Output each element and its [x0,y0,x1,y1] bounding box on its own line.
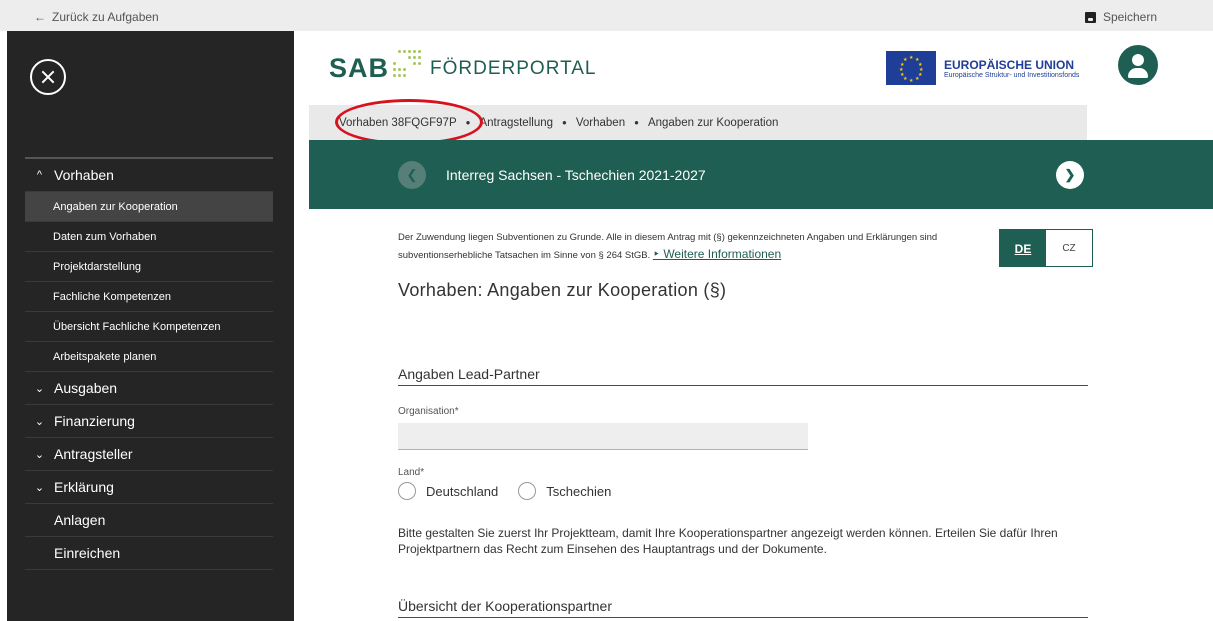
radio-deutschland[interactable] [398,482,416,500]
sidebar-section-anlagen[interactable]: Anlagen [25,504,273,537]
sidebar-item-projektdarstellung[interactable]: Projektdarstellung [25,252,273,282]
save-icon [1084,11,1096,23]
sidebar-section-erklaerung[interactable]: ⌄ Erklärung [25,471,273,504]
section-heading-overview: Übersicht der Kooperationspartner [398,598,1088,618]
lang-de-button[interactable]: DE [1000,230,1046,266]
organisation-input[interactable] [398,423,808,450]
arrow-left-icon: ← [34,10,46,24]
sidebar-section-label: Antragsteller [54,446,133,462]
program-banner: ❮ Interreg Sachsen - Tschechien 2021-202… [309,140,1213,209]
sidebar-section-ausgaben[interactable]: ⌄ Ausgaben [25,372,273,405]
page-title: Vorhaben: Angaben zur Kooperation (§) [398,280,727,300]
chevron-up-icon: ^ [36,169,43,181]
sidebar-section-vorhaben[interactable]: ^ Vorhaben [25,159,273,192]
land-radio-group: Deutschland Tschechien [398,482,631,500]
next-arrow-icon[interactable]: ❯ [1056,161,1084,189]
more-info-link[interactable]: ‣ Weitere Informationen [653,247,781,261]
program-title: Interreg Sachsen - Tschechien 2021-2027 [446,167,706,183]
section-heading-lead-partner: Angaben Lead-Partner [398,366,1088,386]
sidebar-section-antragsteller[interactable]: ⌄ Antragsteller [25,438,273,471]
sidebar: ^ Vorhaben Angaben zur Kooperation Daten… [7,31,294,621]
sidebar-item-uebersicht-fachliche-kompetenzen[interactable]: Übersicht Fachliche Kompetenzen [25,312,273,342]
chevron-down-icon: ⌄ [34,382,45,395]
prev-arrow-icon[interactable]: ❮ [398,161,426,189]
eu-text: EUROPÄISCHE UNION Europäische Struktur- … [944,58,1079,79]
sidebar-item-daten-zum-vorhaben[interactable]: Daten zum Vorhaben [25,222,273,252]
sidebar-section-label: Vorhaben [54,167,114,183]
sab-logo[interactable]: SAB FÖRDERPORTAL [329,48,597,82]
sidebar-item-fachliche-kompetenzen[interactable]: Fachliche Kompetenzen [25,282,273,312]
radio-tschechien[interactable] [518,482,537,500]
land-label: Land* [398,467,425,478]
back-label: Zurück zu Aufgaben [52,10,159,24]
user-avatar-icon[interactable] [1118,45,1158,85]
close-icon[interactable] [30,59,66,95]
organisation-label: Organisation* [398,406,459,417]
breadcrumb-current: Angaben zur Kooperation [647,116,779,129]
back-link[interactable]: ← Zurück zu Aufgaben [34,10,159,24]
header: SAB FÖRDERPORTAL ★ ★ ★ ★ ★ ★ ★ ★ ★ ★ ★ ★… [309,31,1213,105]
sidebar-section-label: Einreichen [54,545,121,561]
highlight-annotation [335,99,483,145]
breadcrumb-antragstellung[interactable]: Antragstellung [479,117,553,129]
save-label: Speichern [1102,10,1157,24]
radio-label-tschechien[interactable]: Tschechien [546,484,611,499]
eu-subtitle: Europäische Struktur- und Investitionsfo… [944,71,1080,79]
logo-dots-icon [392,48,424,82]
radio-label-deutschland[interactable]: Deutschland [426,484,498,499]
sidebar-section-einreichen[interactable]: Einreichen [25,537,273,570]
sidebar-section-label: Ausgaben [54,380,118,396]
chevron-down-icon: ⌄ [34,415,45,428]
sidebar-section-label: Anlagen [54,512,106,528]
save-button[interactable]: Speichern [1084,10,1157,24]
lang-cz-button[interactable]: CZ [1046,230,1092,266]
breadcrumb-separator: ● [562,118,567,127]
sidebar-item-angaben-zur-kooperation[interactable]: Angaben zur Kooperation [25,192,273,222]
breadcrumb-vorhaben[interactable]: Vorhaben [576,117,625,129]
project-team-info: Bitte gestalten Sie zuerst Ihr Projektte… [398,526,1058,556]
chevron-down-icon: ⌄ [34,481,45,494]
eu-logo: ★ ★ ★ ★ ★ ★ ★ ★ ★ ★ ★ ★ EUROPÄISCHE UNIO… [886,51,1079,85]
eu-title: EUROPÄISCHE UNION [944,57,1075,72]
language-switch: DE CZ [999,229,1093,267]
chevron-down-icon: ⌄ [34,448,45,461]
logo-portal-text: FÖRDERPORTAL [430,58,597,79]
breadcrumb-separator: ● [634,118,639,127]
logo-sab-text: SAB [329,53,390,83]
sidebar-item-arbeitspakete-planen[interactable]: Arbeitspakete planen [25,342,273,372]
sidebar-section-label: Erklärung [54,479,114,495]
top-bar: ← Zurück zu Aufgaben Speichern [0,0,1213,31]
sidebar-section-finanzierung[interactable]: ⌄ Finanzierung [25,405,273,438]
eu-flag-icon: ★ ★ ★ ★ ★ ★ ★ ★ ★ ★ ★ ★ [886,51,936,85]
subsidy-notice: Der Zuwendung liegen Subventionen zu Gru… [398,230,994,263]
sidebar-nav: ^ Vorhaben Angaben zur Kooperation Daten… [25,157,273,570]
sidebar-section-label: Finanzierung [54,413,135,429]
